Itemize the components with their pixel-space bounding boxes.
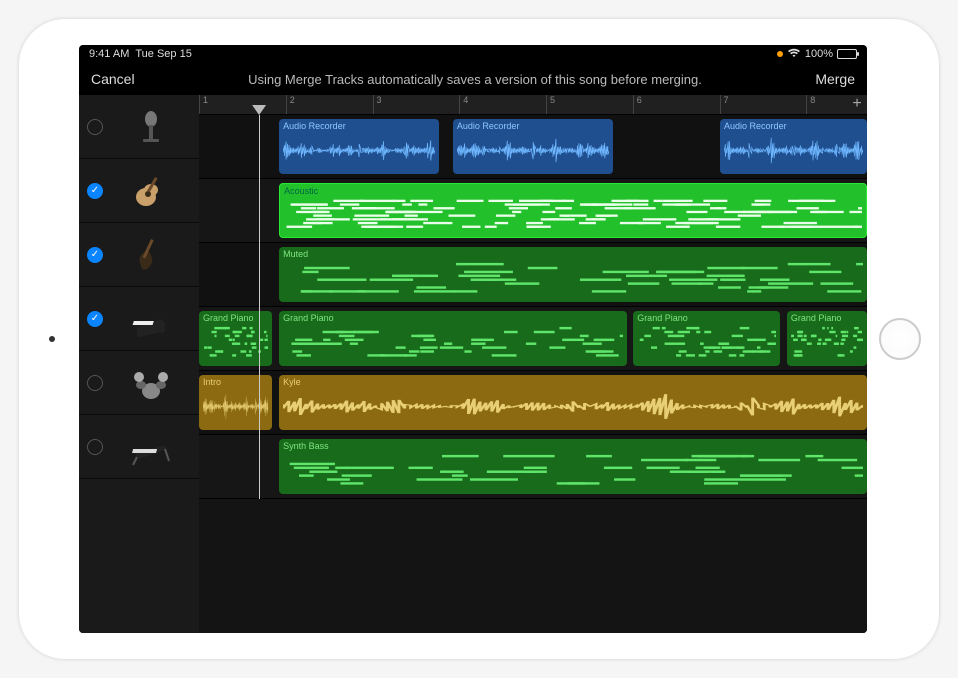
track-lane-piano[interactable]: Grand Piano Grand Piano Grand Piano Grand P… <box>199 307 867 371</box>
track-header-acoustic-guitar[interactable]: ✓ <box>79 159 199 223</box>
clip[interactable]: Grand Piano <box>199 311 272 366</box>
track-lane-drums[interactable]: Intro Kyle <box>199 371 867 435</box>
track-select-checkbox[interactable] <box>87 375 103 391</box>
toolbar-title: Using Merge Tracks automatically saves a… <box>135 72 816 87</box>
bar-mark[interactable]: 6 <box>633 95 642 114</box>
track-select-checkbox[interactable]: ✓ <box>87 311 103 327</box>
track-header-drums[interactable] <box>79 351 199 415</box>
bar-mark[interactable]: 1 <box>199 95 208 114</box>
clip[interactable]: Intro <box>199 375 272 430</box>
cancel-button[interactable]: Cancel <box>91 71 135 87</box>
bar-mark[interactable]: 4 <box>459 95 468 114</box>
clip[interactable]: Grand Piano <box>279 311 626 366</box>
clip[interactable]: Audio Recorder <box>720 119 867 174</box>
clip-label: Grand Piano <box>637 313 776 323</box>
merge-button[interactable]: Merge <box>815 71 855 87</box>
bass-guitar-icon <box>111 235 191 275</box>
merge-toolbar: Cancel Using Merge Tracks automatically … <box>79 63 867 95</box>
track-header-audio-recorder[interactable] <box>79 95 199 159</box>
track-lanes: Audio Recorder Audio Recorder Audio Record… <box>199 115 867 499</box>
clip[interactable]: Synth Bass <box>279 439 867 494</box>
recording-indicator-icon <box>777 51 783 57</box>
clip[interactable]: Grand Piano <box>633 311 780 366</box>
clip[interactable]: Grand Piano <box>787 311 867 366</box>
track-select-checkbox[interactable]: ✓ <box>87 183 103 199</box>
tracks-area: ✓✓✓ + 12345678 Audio RecorderAudio Recor… <box>79 95 867 633</box>
clip[interactable]: Audio Recorder <box>279 119 439 174</box>
waveform-icon <box>283 131 435 170</box>
track-lane-bass-guitar[interactable]: Muted <box>199 243 867 307</box>
clip[interactable]: Kyle <box>279 375 867 430</box>
midi-notes-icon <box>283 259 863 298</box>
timeline[interactable]: + 12345678 Audio RecorderAudio RecorderA… <box>199 95 867 633</box>
clip-label: Grand Piano <box>283 313 622 323</box>
add-section-button[interactable]: + <box>849 97 865 113</box>
piano-icon <box>111 299 191 339</box>
track-select-checkbox[interactable]: ✓ <box>87 247 103 263</box>
midi-notes-icon <box>284 196 862 233</box>
bar-mark[interactable]: 5 <box>546 95 555 114</box>
midi-notes-icon <box>637 323 776 362</box>
status-bar: 9:41 AM Tue Sep 15 100% <box>79 45 867 63</box>
ipad-camera <box>49 336 55 342</box>
empty-tracks-area <box>199 499 867 633</box>
clip-label: Audio Recorder <box>283 121 435 131</box>
track-header-synth[interactable] <box>79 415 199 479</box>
clip[interactable]: Audio Recorder <box>453 119 613 174</box>
clip[interactable]: Acoustic <box>279 183 867 238</box>
bar-mark[interactable]: 8 <box>806 95 815 114</box>
clip-label: Grand Piano <box>791 313 863 323</box>
clip-label: Muted <box>283 249 863 259</box>
waveform-icon <box>283 387 863 426</box>
acoustic-guitar-icon <box>111 171 191 211</box>
midi-notes-icon <box>791 323 863 362</box>
track-headers-column: ✓ ✓ ✓ <box>79 95 199 633</box>
track-header-bass-guitar[interactable]: ✓ <box>79 223 199 287</box>
drum-kit-icon <box>111 363 191 403</box>
clip[interactable]: Muted <box>279 247 867 302</box>
bar-mark[interactable]: 2 <box>286 95 295 114</box>
status-time: 9:41 AM <box>89 48 129 60</box>
bar-mark[interactable]: 3 <box>373 95 382 114</box>
track-lane-synth[interactable]: Synth Bass <box>199 435 867 499</box>
waveform-icon <box>457 131 609 170</box>
track-lane-acoustic-guitar[interactable]: Acoustic <box>199 179 867 243</box>
track-lane-audio-recorder[interactable]: Audio Recorder Audio Recorder Audio Record… <box>199 115 867 179</box>
track-select-checkbox[interactable] <box>87 439 103 455</box>
midi-notes-icon <box>283 323 622 362</box>
screen: 9:41 AM Tue Sep 15 100% Cancel Using Mer… <box>79 45 867 633</box>
clip-label: Synth Bass <box>283 441 863 451</box>
clip-label: Acoustic <box>284 186 862 196</box>
track-select-checkbox[interactable] <box>87 119 103 135</box>
clip-label: Audio Recorder <box>724 121 863 131</box>
midi-notes-icon <box>283 451 863 490</box>
clip-label: Kyle <box>283 377 863 387</box>
status-battery-text: 100% <box>805 48 833 60</box>
ipad-home-button[interactable] <box>879 318 921 360</box>
waveform-icon <box>724 131 863 170</box>
battery-icon <box>837 49 857 59</box>
ipad-frame: 9:41 AM Tue Sep 15 100% Cancel Using Mer… <box>19 19 939 659</box>
playhead[interactable] <box>259 115 260 499</box>
wifi-icon <box>787 48 801 61</box>
clip-label: Audio Recorder <box>457 121 609 131</box>
bar-mark[interactable]: 7 <box>720 95 729 114</box>
keyboard-icon <box>111 427 191 467</box>
bar-ruler[interactable]: + 1 2 3 4 5 6 7 8 <box>199 95 867 115</box>
microphone-icon <box>111 107 191 147</box>
track-header-piano[interactable]: ✓ <box>79 287 199 351</box>
status-date: Tue Sep 15 <box>135 48 191 60</box>
